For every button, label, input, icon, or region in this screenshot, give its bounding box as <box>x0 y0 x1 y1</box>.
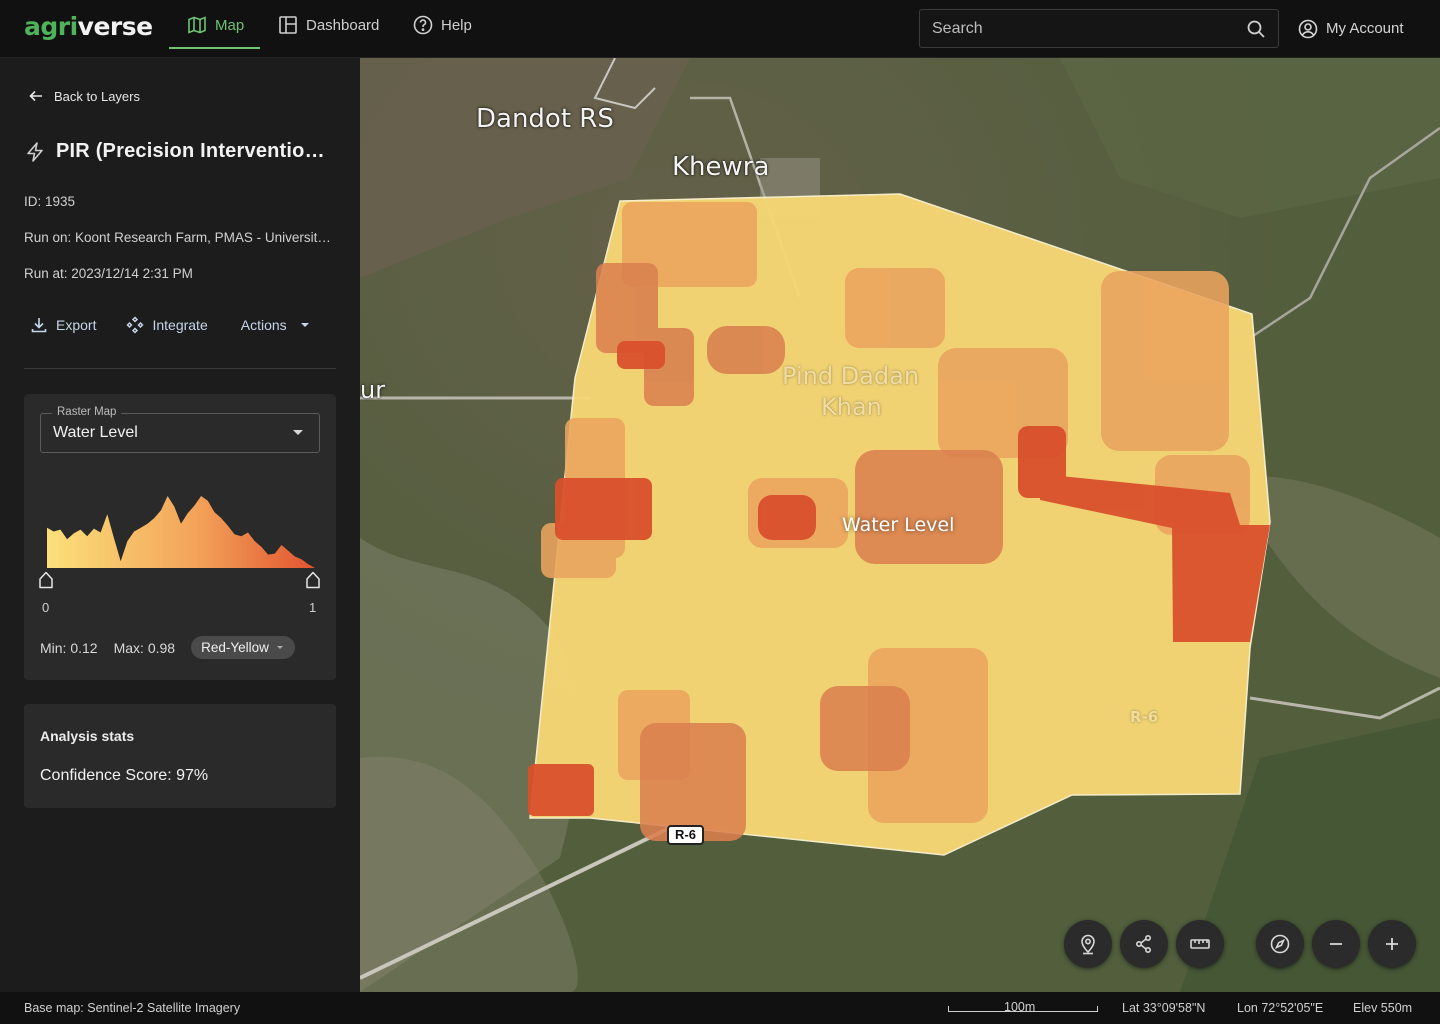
layer-id: ID: 1935 <box>24 194 76 209</box>
raster-map-select[interactable]: Raster Map Water Level <box>40 406 320 453</box>
user-circle-icon <box>1298 19 1318 38</box>
scale-label: 100m <box>1004 1000 1036 1014</box>
map-label-dandot: Dandot RS <box>476 104 614 134</box>
nav-active-indicator <box>169 47 260 49</box>
status-bar: Base map: Sentinel-2 Satellite Imagery 1… <box>0 992 1440 1024</box>
nav-help-label: Help <box>441 16 472 34</box>
value-histogram <box>47 496 315 568</box>
nav-map[interactable]: Map <box>187 0 244 50</box>
sidebar-divider <box>24 368 336 369</box>
raster-map-select-label: Raster Map <box>52 406 122 418</box>
road-shield-r6: R-6 <box>667 825 704 845</box>
share-nodes-icon <box>1135 934 1152 954</box>
search-icon[interactable] <box>1246 19 1266 39</box>
arrow-left-icon <box>29 90 42 102</box>
dashboard-icon <box>279 16 297 34</box>
raster-max-value: Max: 0.98 <box>113 639 176 656</box>
logo-prefix: agri <box>24 12 78 41</box>
layer-title-row: PIR (Precision Intervention Report) <box>24 140 336 163</box>
map-label-pind-dadan: Pind Dadan <box>782 362 920 390</box>
share-button[interactable] <box>1120 920 1168 968</box>
compass-icon <box>1270 934 1290 954</box>
agriverse-logo[interactable]: agriverse <box>24 12 153 41</box>
range-max-handle[interactable] <box>305 571 321 589</box>
back-to-layers-link[interactable]: Back to Layers <box>28 88 140 104</box>
overlay-layer-label: Water Level <box>842 514 955 536</box>
actions-label: Actions <box>240 317 287 333</box>
export-label: Export <box>56 317 97 333</box>
layer-details-sidebar: Back to Layers PIR (Precision Interventi… <box>0 58 360 992</box>
layer-run-on: Run on: Koont Research Farm, PMAS - Univ… <box>24 230 336 245</box>
map-label-khan: Khan <box>821 393 882 421</box>
export-button[interactable]: Export <box>30 316 96 334</box>
latitude-readout: Lat 33°09'58"N <box>1122 1001 1206 1015</box>
zoom-in-button[interactable] <box>1368 920 1416 968</box>
raster-map-card: Raster Map Water Level 0 1 Min: 0.12 Max… <box>24 394 336 680</box>
nav-dashboard[interactable]: Dashboard <box>278 0 379 50</box>
color-palette-select[interactable]: Red-Yellow <box>191 636 295 659</box>
elevation-readout: Elev 550m <box>1353 1001 1413 1015</box>
my-account-button[interactable]: My Account <box>1298 0 1404 57</box>
layer-actions: Export Integrate Actions <box>30 316 309 334</box>
caret-down-icon <box>300 323 309 327</box>
download-icon <box>31 318 47 333</box>
raster-min-value: Min: 0.12 <box>40 639 98 656</box>
integrate-label: Integrate <box>152 317 208 333</box>
actions-dropdown[interactable]: Actions <box>241 317 309 333</box>
base-map-source: Base map: Sentinel-2 Satellite Imagery <box>24 1001 241 1015</box>
zoom-out-icon <box>1330 943 1342 945</box>
map-label-ur: ur <box>360 376 386 404</box>
zoom-out-button[interactable] <box>1312 920 1360 968</box>
chevron-down-icon <box>276 646 283 649</box>
integrate-icon <box>126 316 145 334</box>
map-icon <box>188 16 206 34</box>
measure-button[interactable] <box>1176 920 1224 968</box>
logo-suffix: verse <box>77 12 153 41</box>
lightning-icon <box>27 141 43 162</box>
raster-map-select-value: Water Level <box>53 424 138 441</box>
nav-dashboard-label: Dashboard <box>306 16 380 34</box>
analysis-stats-card: Analysis stats Confidence Score: 97% <box>24 704 336 808</box>
search-input[interactable] <box>932 19 1246 38</box>
nav-map-label: Map <box>215 16 245 34</box>
histogram-area <box>47 496 315 568</box>
compass-button[interactable] <box>1256 920 1304 968</box>
range-min-tick: 0 <box>42 600 50 615</box>
raster-stats-row: Min: 0.12 Max: 0.98 Red-Yellow <box>40 636 295 659</box>
drop-pin-button[interactable] <box>1064 920 1112 968</box>
integrate-button[interactable]: Integrate <box>126 316 208 334</box>
layer-run-at: Run at: 2023/12/14 2:31 PM <box>24 266 193 281</box>
search-box <box>919 9 1279 48</box>
road-shield-r6-faded: R-6 <box>1130 708 1159 726</box>
nav-help[interactable]: Help <box>413 0 472 50</box>
color-palette-label: Red-Yellow <box>201 640 269 655</box>
map-label-khewra: Khewra <box>672 152 770 182</box>
help-icon <box>413 15 433 35</box>
map-canvas[interactable]: Dandot RS Khewra Pind Dadan Khan ur R-6 … <box>360 58 1440 992</box>
ruler-icon <box>1190 939 1210 949</box>
longitude-readout: Lon 72°52'05"E <box>1237 1001 1324 1015</box>
range-min-handle[interactable] <box>38 571 54 589</box>
chevron-down-icon <box>293 430 303 435</box>
confidence-score: Confidence Score: 97% <box>40 767 209 784</box>
layer-title: PIR (Precision Intervention Report) <box>56 140 336 162</box>
analysis-stats-title: Analysis stats <box>40 728 135 744</box>
back-to-layers-label: Back to Layers <box>54 88 140 104</box>
pin-icon <box>1081 934 1095 955</box>
my-account-label: My Account <box>1326 20 1404 37</box>
range-max-tick: 1 <box>309 600 317 615</box>
zoom-in-icon <box>1386 938 1398 950</box>
top-navigation-bar: agriverse Map Dashboard Help My Account <box>0 0 1440 58</box>
